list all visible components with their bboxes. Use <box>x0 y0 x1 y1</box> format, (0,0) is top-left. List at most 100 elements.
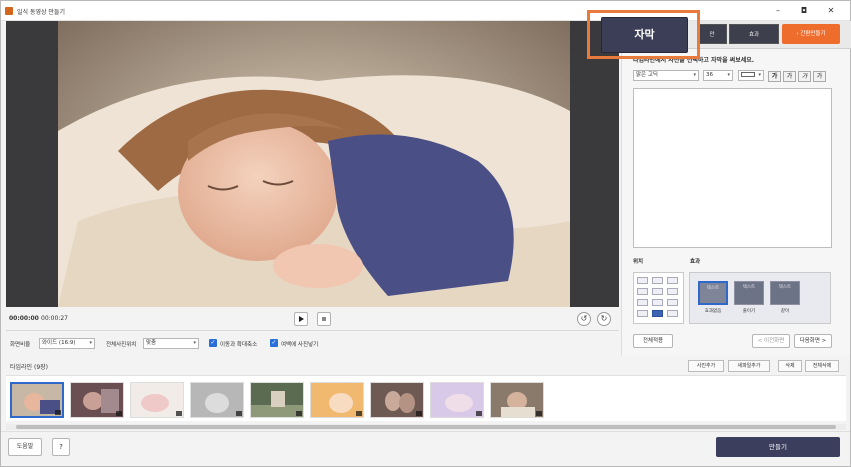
pos-lower-right[interactable] <box>667 299 678 306</box>
pos-upper-center[interactable] <box>652 288 663 295</box>
title-bar: 일식 동영상 만들기 – ◘ ✕ <box>1 1 850 21</box>
add-photo-button[interactable]: 사진추가 <box>688 360 724 372</box>
preview-photo <box>58 21 570 307</box>
outline-button[interactable]: 가 <box>783 71 796 82</box>
tab-caption[interactable]: 자막 <box>601 17 688 53</box>
pos-upper-left[interactable] <box>637 288 648 295</box>
next-screen-button[interactable]: 다음화면 > <box>794 334 832 348</box>
video-preview <box>6 21 619 307</box>
rotate-right-button[interactable]: ↻ <box>597 312 611 326</box>
margin-label: 여백에 사진넣기 <box>281 342 319 348</box>
timeline-title: 타임라인 (9장) <box>10 364 49 371</box>
chevron-down-icon: ▾ <box>758 72 761 78</box>
close-button[interactable]: ✕ <box>823 5 839 17</box>
tab-effects[interactable]: 효과 <box>729 24 779 44</box>
rotate-left-button[interactable]: ↺ <box>577 312 591 326</box>
video-marker-icon <box>296 411 302 416</box>
video-marker-icon <box>356 411 362 416</box>
pos-top-left[interactable] <box>637 277 648 284</box>
apply-all-button[interactable]: 전체적용 <box>633 334 673 348</box>
scrollbar-thumb[interactable] <box>16 425 836 429</box>
pos-bottom-left[interactable] <box>637 310 648 317</box>
current-time: 00:00:00 <box>9 315 39 322</box>
app-window: 일식 동영상 만들기 – ◘ ✕ 00:00:00 00:00:27 ↺ ↻ 화… <box>0 0 851 467</box>
caption-panel: 만 효과 ‹ 간편만들기 타임라인에서 사진을 선택하고 자막을 써보세요. 맑… <box>621 21 851 355</box>
maximize-button[interactable]: ◘ <box>796 5 812 17</box>
timeline-thumb[interactable] <box>310 382 364 418</box>
zoom-label: 이동과 확대축소 <box>220 342 258 348</box>
effect-none-button[interactable]: 텍스트 <box>698 281 728 305</box>
video-marker-icon <box>176 411 182 416</box>
simple-make-button[interactable]: ‹ 간편만들기 <box>782 24 840 44</box>
total-time: 00:00:27 <box>41 315 68 322</box>
video-marker-icon <box>116 411 122 416</box>
question-button[interactable]: ? <box>52 438 70 456</box>
timeline-thumb[interactable] <box>490 382 544 418</box>
timeline-thumb[interactable] <box>130 382 184 418</box>
bold-button[interactable]: 가 <box>768 71 781 82</box>
timeline-thumb[interactable] <box>430 382 484 418</box>
caption-textarea[interactable] <box>633 88 832 248</box>
font-select[interactable]: 맑은 고딕 ▾ <box>633 70 699 81</box>
stop-button[interactable] <box>317 312 331 326</box>
effect-together-button[interactable]: 텍스트 <box>770 281 800 305</box>
shadow-button[interactable]: 가 <box>813 71 826 82</box>
pos-top-right[interactable] <box>667 277 678 284</box>
play-icon <box>299 316 304 322</box>
pos-lower-left[interactable] <box>637 299 648 306</box>
effect-shrink-label: 줄이기 <box>742 309 756 314</box>
effect-none-label: 효과없음 <box>704 309 722 314</box>
chevron-down-icon: ▾ <box>693 72 696 78</box>
timeline-thumb[interactable] <box>370 382 424 418</box>
chevron-down-icon: ▾ <box>89 340 92 346</box>
position-section-label: 위치 <box>633 259 644 265</box>
italic-button[interactable]: 가 <box>798 71 811 82</box>
ratio-select[interactable]: 와이드 (16:9) ▾ <box>39 338 95 349</box>
chevron-down-icon: ▾ <box>727 72 730 78</box>
add-new-file-button[interactable]: 새파일추가 <box>728 360 770 372</box>
pos-top-center[interactable] <box>652 277 663 284</box>
pos-bottom-center[interactable] <box>652 310 663 317</box>
delete-all-button[interactable]: 전체삭제 <box>805 360 839 372</box>
timeline-scrollbar[interactable] <box>6 424 846 430</box>
pos-lower-center[interactable] <box>652 299 663 306</box>
chevron-down-icon: ▾ <box>193 340 196 346</box>
playback-controls: 00:00:00 00:00:27 ↺ ↻ <box>6 307 619 331</box>
make-button[interactable]: 만들기 <box>716 437 840 457</box>
effect-shrink-button[interactable]: 텍스트 <box>734 281 764 305</box>
minimize-button[interactable]: – <box>770 5 786 17</box>
video-marker-icon <box>536 411 542 416</box>
margin-checkbox[interactable]: ✓ <box>270 339 278 347</box>
timeline-thumb[interactable] <box>250 382 304 418</box>
position-label: 전체사진위치 <box>106 342 137 348</box>
timeline-thumb[interactable] <box>70 382 124 418</box>
size-value: 36 <box>706 72 713 78</box>
position-select[interactable]: 맞춤 ▾ <box>143 338 199 349</box>
pos-upper-right[interactable] <box>667 288 678 295</box>
ratio-value: 와이드 (16:9) <box>42 340 76 346</box>
timeline-thumb[interactable] <box>10 382 64 418</box>
rotate-left-icon: ↺ <box>580 314 588 323</box>
timeline-strip <box>6 375 846 421</box>
prev-screen-button[interactable]: < 이전화면 <box>752 334 790 348</box>
play-button[interactable] <box>294 312 308 326</box>
sleeping-child-photo <box>58 21 570 307</box>
photo-options: 화면비율 와이드 (16:9) ▾ 전체사진위치 맞춤 ▾ ✓ 이동과 확대축소… <box>6 333 619 353</box>
simple-make-label: 간편만들기 <box>800 31 826 37</box>
position-value: 맞춤 <box>146 340 157 346</box>
video-marker-icon <box>476 411 482 416</box>
timeline-thumb[interactable] <box>190 382 244 418</box>
delete-button[interactable]: 삭제 <box>778 360 802 372</box>
stop-icon <box>322 317 326 321</box>
tab-small[interactable]: 만 <box>697 24 727 44</box>
size-select[interactable]: 36 ▾ <box>703 70 733 81</box>
bottom-bar: 도움말 ? 만들기 <box>1 431 850 466</box>
effect-together-label: 같이 <box>780 309 790 314</box>
color-select[interactable]: ▾ <box>738 70 764 81</box>
position-grid <box>633 272 684 324</box>
zoom-checkbox[interactable]: ✓ <box>209 339 217 347</box>
pos-bottom-right[interactable] <box>667 310 678 317</box>
timeline-header: 타임라인 (9장) 사진추가 새파일추가 삭제 전체삭제 <box>6 359 846 373</box>
effect-section-label: 효과 <box>690 259 701 265</box>
help-button[interactable]: 도움말 <box>8 438 42 456</box>
